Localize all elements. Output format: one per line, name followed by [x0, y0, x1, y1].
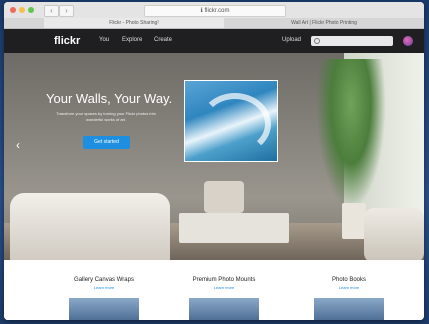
coffee-table-image	[179, 213, 289, 243]
hero-subtitle: Transform your spaces by turning your Fl…	[56, 111, 156, 122]
card-books[interactable]: Photo Books Learn more	[289, 260, 409, 320]
browser-window: ‹ › ℹ flickr.com Flickr - Photo Sharing!…	[4, 2, 424, 320]
lamp-image	[204, 181, 244, 213]
zoom-window-button[interactable]	[28, 7, 34, 13]
browser-toolbar: ‹ › ℹ flickr.com	[4, 2, 424, 19]
armchair-image	[364, 208, 424, 260]
nav-create[interactable]: Create	[154, 37, 172, 43]
sofa-image	[10, 193, 170, 260]
card-thumbnail	[189, 298, 259, 320]
search-icon	[314, 38, 320, 44]
nav-explore[interactable]: Explore	[122, 37, 142, 43]
carousel-prev-icon[interactable]: ‹	[16, 138, 20, 152]
close-window-button[interactable]	[10, 7, 16, 13]
upload-link[interactable]: Upload	[282, 37, 301, 43]
card-thumbnail	[314, 298, 384, 320]
search-input[interactable]	[311, 36, 393, 46]
card-link[interactable]: Learn more	[164, 285, 284, 290]
card-title: Gallery Canvas Wraps	[74, 277, 134, 283]
hero-banner: Your Walls, Your Way. Transform your spa…	[4, 53, 424, 260]
card-link[interactable]: Learn more	[289, 285, 409, 290]
plant-image	[316, 59, 386, 209]
back-icon[interactable]: ‹	[44, 5, 59, 17]
flickr-logo[interactable]: flickr	[54, 35, 80, 47]
forward-icon[interactable]: ›	[59, 5, 74, 17]
get-started-button[interactable]: Get started	[83, 136, 130, 149]
wall-art-surfer-photo	[184, 80, 278, 162]
card-thumbnail	[69, 298, 139, 320]
nav-you[interactable]: You	[99, 37, 109, 43]
site-header: flickr You Explore Create Upload	[4, 29, 424, 53]
product-cards: Gallery Canvas Wraps Learn more Premium …	[4, 260, 424, 320]
card-title: Premium Photo Mounts	[192, 277, 256, 283]
hero-title: Your Walls, Your Way.	[46, 91, 173, 106]
minimize-window-button[interactable]	[19, 7, 25, 13]
card-canvas[interactable]: Gallery Canvas Wraps Learn more	[44, 260, 164, 320]
card-title: Photo Books	[331, 277, 367, 283]
tab-flickr[interactable]: Flickr - Photo Sharing!	[44, 18, 224, 28]
card-link[interactable]: Learn more	[44, 285, 164, 290]
wave-shape	[199, 93, 271, 155]
tab-bar: Flickr - Photo Sharing! Wall Art | Flick…	[4, 18, 424, 29]
card-mounts[interactable]: Premium Photo Mounts Learn more	[164, 260, 284, 320]
avatar[interactable]	[403, 36, 413, 46]
plant-pot	[342, 203, 366, 239]
address-bar[interactable]: ℹ flickr.com	[144, 5, 286, 17]
tab-wall-art[interactable]: Wall Art | Flickr Photo Printing	[234, 18, 414, 28]
